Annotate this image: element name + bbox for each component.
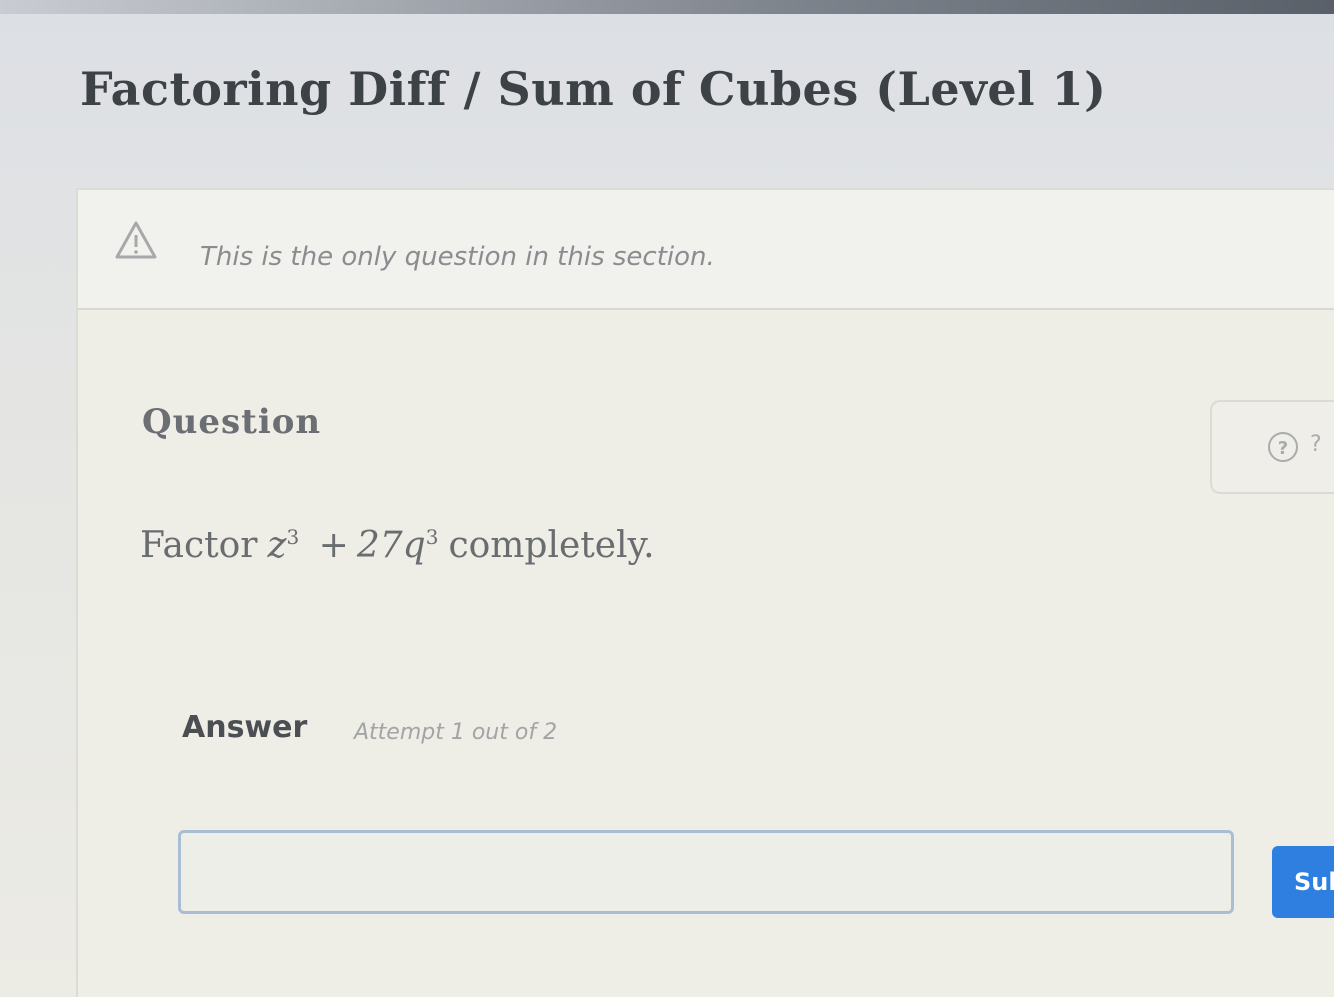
term2-exponent: 3: [425, 525, 439, 549]
question-text: Factor z3 +27q3 completely.: [140, 525, 655, 566]
question-prefix: Factor: [140, 525, 258, 566]
browser-top-strip: [0, 0, 1334, 14]
question-card: This is the only question in this sectio…: [76, 188, 1334, 997]
help-circle-icon: ?: [1268, 432, 1298, 462]
term2-base: 27q: [356, 525, 426, 566]
question-suffix: completely.: [448, 525, 655, 566]
help-extra-icon: ?: [1310, 432, 1322, 457]
term1-exponent: 3: [286, 525, 300, 549]
question-heading: Question: [142, 402, 322, 442]
answer-label: Answer: [182, 710, 308, 745]
warning-icon: [115, 221, 157, 259]
attempt-counter: Attempt 1 out of 2: [354, 720, 558, 745]
math-operator: +: [318, 525, 349, 566]
page-title: Factoring Diff / Sum of Cubes (Level 1): [80, 62, 1107, 116]
notice-text: This is the only question in this sectio…: [200, 242, 715, 272]
math-expression: z3 +27q3: [268, 525, 439, 566]
submit-button[interactable]: Sub: [1272, 846, 1334, 918]
answer-input[interactable]: [178, 830, 1234, 914]
term1-base: z: [267, 525, 287, 566]
section-notice: This is the only question in this sectio…: [78, 190, 1334, 310]
help-button[interactable]: ? ?: [1210, 400, 1334, 494]
